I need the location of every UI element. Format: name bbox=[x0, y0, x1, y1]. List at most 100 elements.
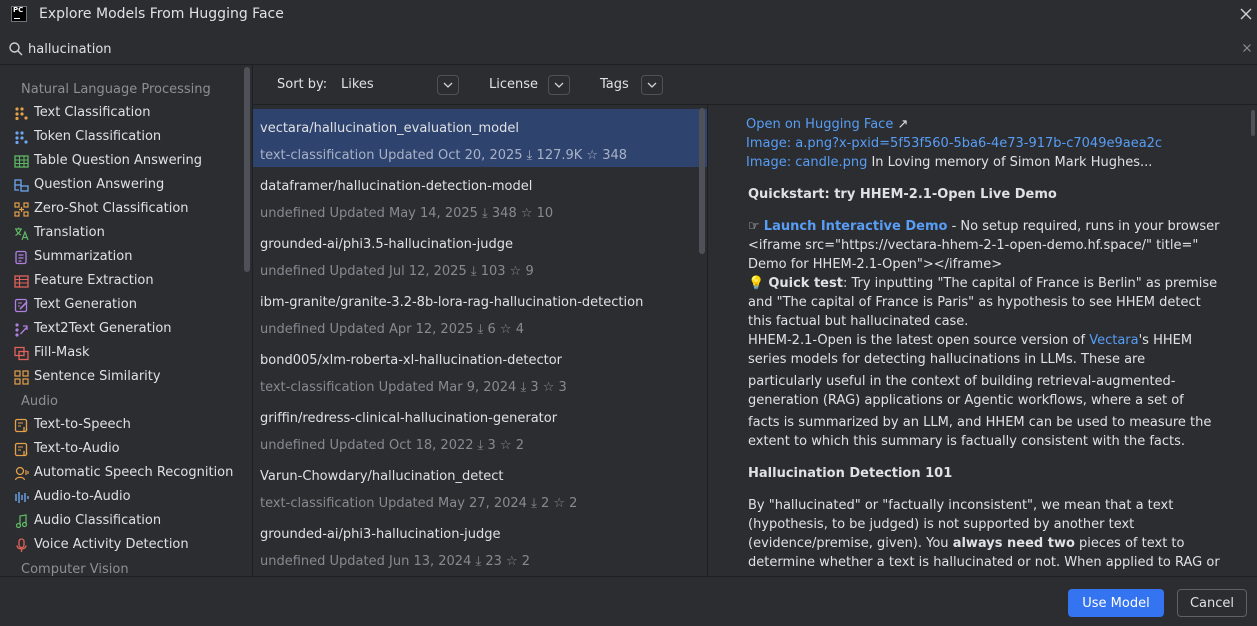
model-name: grounded-ai/phi3.5-hallucination-judge bbox=[260, 237, 513, 252]
sidebar-item-label: Text Classification bbox=[34, 105, 151, 120]
sidebar-item-audio-to-audio[interactable]: Audio-to-Audio bbox=[14, 488, 240, 508]
emphasis-text: always need two bbox=[952, 536, 1075, 551]
sidebar-item-summarization[interactable]: Summarization bbox=[14, 248, 240, 268]
model-detail-pane: Open on Hugging Face ↗ Image: a.png?x-px… bbox=[708, 105, 1248, 576]
clear-search-icon[interactable] bbox=[1241, 42, 1253, 54]
dialog-footer: Use Model Cancel bbox=[0, 576, 1257, 626]
sidebar-item-table-question-answering[interactable]: Table Question Answering bbox=[14, 152, 240, 172]
iframe-text: Demo for HHEM-2.1-Open"></iframe> bbox=[748, 257, 1003, 272]
close-icon[interactable] bbox=[1238, 6, 1254, 22]
use-model-button[interactable]: Use Model bbox=[1068, 589, 1164, 617]
pointing-hand-icon: ☞ bbox=[748, 219, 760, 234]
sidebar-item-translation[interactable]: Translation bbox=[14, 224, 240, 244]
speech-recognition-icon bbox=[14, 466, 29, 481]
sidebar-item-label: Summarization bbox=[34, 249, 133, 264]
sidebar-item-label: Question Answering bbox=[34, 177, 165, 192]
cancel-button[interactable]: Cancel bbox=[1177, 589, 1247, 617]
license-dropdown-button[interactable] bbox=[548, 75, 570, 95]
image-link[interactable]: Image: a.png?x-pxid=5f53f560-5ba6-4e73-9… bbox=[746, 134, 1216, 153]
sidebar-item-text-to-speech[interactable]: Text-to-Speech bbox=[14, 416, 240, 436]
sort-value[interactable]: Likes bbox=[341, 77, 374, 92]
open-on-hugging-face-link[interactable]: Open on Hugging Face bbox=[746, 117, 893, 132]
model-name: dataframer/hallucination-detection-model bbox=[260, 179, 533, 194]
sidebar-item-zero-shot-classification[interactable]: Zero-Shot Classification bbox=[14, 200, 240, 220]
image-link[interactable]: Image: candle.png bbox=[746, 155, 867, 170]
sort-label: Sort by: bbox=[277, 77, 328, 92]
description-text: By "hallucinated" or "factually inconsis… bbox=[748, 498, 1174, 513]
sidebar-item-sentence-similarity[interactable]: Sentence Similarity bbox=[14, 368, 240, 388]
sidebar-item-voice-activity-detection[interactable]: Voice Activity Detection bbox=[14, 536, 240, 556]
pycharm-logo-icon: PC bbox=[11, 6, 27, 22]
category-heading: Natural Language Processing bbox=[21, 82, 211, 97]
feature-extraction-icon bbox=[14, 275, 29, 288]
sidebar-item-label: Voice Activity Detection bbox=[34, 537, 189, 552]
detection-heading: Hallucination Detection 101 bbox=[748, 466, 953, 481]
model-row[interactable]: ibm-granite/granite-3.2-8b-lora-rag-hall… bbox=[253, 283, 707, 341]
sidebar-item-text-classification[interactable]: Text Classification bbox=[14, 104, 240, 124]
model-list-scrollbar[interactable] bbox=[699, 108, 705, 254]
text-to-audio-icon bbox=[14, 442, 28, 457]
vectara-link[interactable]: Vectara bbox=[1089, 333, 1138, 348]
model-name: ibm-granite/granite-3.2-8b-lora-rag-hall… bbox=[260, 295, 644, 310]
quick-test-label: Quick test bbox=[768, 276, 843, 291]
license-label[interactable]: License bbox=[489, 77, 538, 92]
sidebar-item-label: Token Classification bbox=[34, 129, 162, 144]
description-text: series models for detecting hallucinatio… bbox=[748, 352, 1146, 367]
model-row[interactable]: dataframer/hallucination-detection-model… bbox=[253, 167, 707, 225]
model-row[interactable]: Varun-Chowdary/hallucination_detect text… bbox=[253, 457, 707, 515]
sort-dropdown-button[interactable] bbox=[437, 75, 459, 95]
tags-dropdown-button[interactable] bbox=[641, 75, 663, 95]
sidebar-item-text2text-generation[interactable]: Text2Text Generation bbox=[14, 320, 240, 340]
model-meta: undefined Updated Oct 18, 2022 ⤓ 3 ☆ 2 bbox=[260, 438, 524, 453]
model-name: Varun-Chowdary/hallucination_detect bbox=[260, 469, 504, 484]
detail-scrollbar[interactable] bbox=[1251, 110, 1255, 136]
summarization-icon bbox=[15, 250, 27, 265]
external-link-icon: ↗ bbox=[897, 117, 909, 132]
model-row[interactable]: grounded-ai/phi3.5-hallucination-judge u… bbox=[253, 225, 707, 283]
quick-test-text: and "The capital of France is Paris" as … bbox=[748, 295, 1201, 310]
sidebar-scrollbar[interactable] bbox=[244, 67, 250, 272]
text2text-generation-icon bbox=[15, 323, 28, 337]
model-meta: text-classification Updated Mar 9, 2024 … bbox=[260, 380, 567, 395]
search-input[interactable] bbox=[28, 38, 1228, 60]
sidebar-item-label: Audio Classification bbox=[34, 513, 162, 528]
model-row-selected[interactable]: vectara/hallucination_evaluation_model t… bbox=[253, 109, 707, 167]
description-text: HHEM-2.1-Open is the latest open source … bbox=[748, 333, 1090, 348]
quick-test-text: this factual but hallucinated case. bbox=[748, 314, 969, 329]
model-row[interactable]: bond005/xlm-roberta-xl-hallucination-det… bbox=[253, 341, 707, 399]
sidebar-item-token-classification[interactable]: Token Classification bbox=[14, 128, 240, 148]
sidebar-item-label: Automatic Speech Recognition bbox=[34, 465, 234, 480]
sidebar-item-automatic-speech-recognition[interactable]: Automatic Speech Recognition bbox=[14, 464, 240, 484]
model-row[interactable]: griffin/redress-clinical-hallucination-g… bbox=[253, 399, 707, 457]
sidebar-item-feature-extraction[interactable]: Feature Extraction bbox=[14, 272, 240, 292]
quickstart-heading: Quickstart: try HHEM-2.1-Open Live Demo bbox=[748, 187, 1057, 202]
category-heading: Audio bbox=[21, 394, 58, 409]
zero-shot-icon bbox=[14, 202, 29, 217]
description-text: extent to which this summary is factuall… bbox=[748, 434, 1186, 449]
launch-demo-link[interactable]: Launch Interactive Demo bbox=[764, 219, 948, 234]
model-name: grounded-ai/phi3-hallucination-judge bbox=[260, 527, 501, 542]
model-row[interactable]: grounded-ai/phi3-hallucination-judge und… bbox=[253, 515, 707, 573]
description-text: generation (RAG) applications or Agentic… bbox=[748, 393, 1184, 408]
sidebar-item-text-to-audio[interactable]: Text-to-Audio bbox=[14, 440, 240, 460]
description-text: 's HHEM bbox=[1138, 333, 1193, 348]
sidebar-item-fill-mask[interactable]: Fill-Mask bbox=[14, 344, 240, 364]
lightbulb-icon: 💡 bbox=[748, 276, 765, 291]
description-text: facts is summarized by an LLM, and HHEM … bbox=[748, 415, 1212, 430]
description-text: determine whether a text is hallucinated… bbox=[748, 555, 1220, 570]
sidebar-item-audio-classification[interactable]: Audio Classification bbox=[14, 512, 240, 532]
sidebar-item-label: Feature Extraction bbox=[34, 273, 154, 288]
token-classification-icon bbox=[15, 131, 28, 145]
sidebar-item-label: Zero-Shot Classification bbox=[34, 201, 189, 216]
sidebar-item-text-generation[interactable]: Text Generation bbox=[14, 296, 240, 316]
audio-to-audio-icon bbox=[15, 492, 29, 503]
memorial-text: In Loving memory of Simon Mark Hughes... bbox=[867, 155, 1153, 170]
sentence-similarity-icon bbox=[14, 370, 29, 385]
tags-label[interactable]: Tags bbox=[600, 77, 629, 92]
table-icon bbox=[14, 155, 29, 168]
chevron-down-icon bbox=[647, 82, 657, 88]
category-heading: Computer Vision bbox=[21, 562, 129, 576]
sidebar-item-label: Fill-Mask bbox=[34, 345, 90, 360]
sidebar-item-question-answering[interactable]: Question Answering bbox=[14, 176, 240, 196]
sidebar-item-label: Translation bbox=[34, 225, 105, 240]
